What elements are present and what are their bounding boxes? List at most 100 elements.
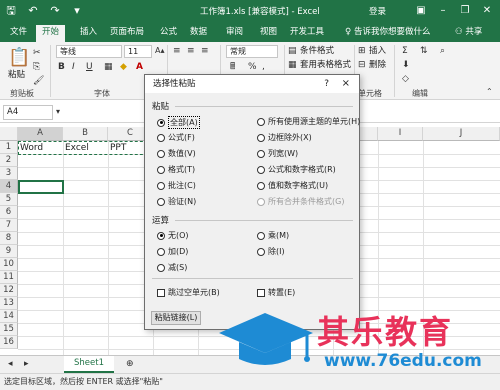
conditional-format-label[interactable]: 条件格式 — [300, 45, 334, 57]
paste-icon[interactable]: 📋 — [8, 48, 30, 68]
row-header-16[interactable]: 16 — [0, 336, 18, 349]
grow-font-icon[interactable]: A▴ — [155, 45, 165, 57]
paste-label[interactable]: 粘贴 — [8, 69, 25, 81]
row-header-7[interactable]: 7 — [0, 219, 18, 232]
paste-formulas-option[interactable]: 公式(F) — [157, 132, 195, 143]
clear-icon[interactable]: ◇ — [402, 73, 409, 85]
row-header-15[interactable]: 15 — [0, 323, 18, 336]
paste-link-button[interactable]: 粘贴链接(L) — [151, 311, 201, 325]
row-header-11[interactable]: 11 — [0, 271, 18, 284]
transpose-checkbox[interactable]: 转置(E) — [257, 287, 295, 298]
op-none-option[interactable]: 无(O) — [157, 230, 189, 241]
italic-icon[interactable]: I — [72, 61, 75, 73]
tab-data[interactable]: 数据 — [184, 25, 213, 42]
tab-home[interactable]: 开始 — [36, 25, 66, 42]
cut-icon[interactable]: ✂ — [33, 47, 41, 59]
new-sheet-icon[interactable]: ⊕ — [126, 358, 134, 370]
border-icon[interactable]: ▦ — [104, 61, 113, 73]
undo-icon[interactable]: ↶ — [26, 3, 40, 19]
column-header-i[interactable]: I — [378, 127, 423, 141]
insert-cells-icon[interactable]: ⊞ — [358, 45, 366, 57]
delete-label[interactable]: 删除 — [369, 59, 386, 71]
align-top-icon[interactable]: ≡ — [173, 45, 181, 57]
tab-file[interactable]: 文件 — [4, 25, 33, 42]
table-format-icon[interactable]: ▦ — [288, 59, 297, 71]
row-header-14[interactable]: 14 — [0, 310, 18, 323]
op-subtract-option[interactable]: 减(S) — [157, 262, 187, 273]
conditional-format-icon[interactable]: ▤ — [288, 45, 297, 57]
font-name-box[interactable]: 等线 — [56, 45, 122, 58]
align-bottom-icon[interactable]: ≡ — [201, 45, 209, 57]
tab-view[interactable]: 视图 — [254, 25, 283, 42]
fill-color-icon[interactable]: ◆ — [120, 61, 127, 73]
comma-style-icon[interactable]: , — [262, 61, 265, 73]
paste-values-option[interactable]: 数值(V) — [157, 148, 196, 159]
restore-icon[interactable]: ❐ — [454, 2, 476, 19]
tab-formulas[interactable]: 公式 — [154, 25, 183, 42]
select-all-corner[interactable] — [0, 127, 18, 141]
row-header-1[interactable]: 1 — [0, 141, 18, 154]
paste-formulas-numbers-option[interactable]: 公式和数字格式(R) — [257, 164, 336, 175]
bold-icon[interactable]: B — [58, 61, 65, 73]
save-icon[interactable]: 🖫 — [4, 3, 18, 19]
align-middle-icon[interactable]: ≡ — [187, 45, 195, 57]
share-button[interactable]: ⚇ 共享 — [455, 25, 482, 37]
tab-review[interactable]: 审阅 — [220, 25, 249, 42]
tab-page-layout[interactable]: 页面布局 — [104, 25, 150, 42]
delete-cells-icon[interactable]: ⊟ — [358, 59, 366, 71]
paste-values-numbers-option[interactable]: 值和数字格式(U) — [257, 180, 328, 191]
help-button[interactable]: ? — [324, 75, 329, 93]
row-header-6[interactable]: 6 — [0, 206, 18, 219]
column-header-a[interactable]: A — [18, 127, 63, 141]
row-header-3[interactable]: 3 — [0, 167, 18, 180]
paste-source-theme-option[interactable]: 所有使用源主题的单元(H) — [257, 116, 360, 127]
autosum-icon[interactable]: Σ — [402, 45, 408, 57]
column-header-j[interactable]: J — [423, 127, 500, 141]
row-header-2[interactable]: 2 — [0, 154, 18, 167]
name-box[interactable]: A4 — [3, 105, 53, 120]
op-multiply-option[interactable]: 乘(M) — [257, 230, 289, 241]
op-add-option[interactable]: 加(D) — [157, 246, 188, 257]
find-select-icon[interactable]: ⌕ — [440, 45, 445, 57]
accounting-format-icon[interactable]: 🖩 — [230, 61, 235, 73]
minimize-icon[interactable]: – — [432, 2, 454, 19]
sort-filter-icon[interactable]: ⇅ — [420, 45, 428, 57]
paste-except-borders-option[interactable]: 边框除外(X) — [257, 132, 312, 143]
tab-developer[interactable]: 开发工具 — [284, 25, 330, 42]
tab-insert[interactable]: 插入 — [74, 25, 103, 42]
name-box-dropdown-icon[interactable]: ▾ — [56, 106, 60, 118]
column-header-b[interactable]: B — [63, 127, 108, 141]
redo-icon[interactable]: ↷ — [48, 3, 62, 19]
table-format-label[interactable]: 套用表格格式 — [300, 59, 351, 71]
sheet-tab-sheet1[interactable]: Sheet1 — [64, 356, 114, 373]
copy-icon[interactable]: ⎘ — [33, 61, 40, 73]
active-cell-a4[interactable] — [18, 180, 64, 194]
close-button[interactable]: × — [342, 75, 350, 93]
customize-qat-icon[interactable]: ▾ — [70, 3, 84, 19]
scroll-right-icon[interactable]: ▸ — [24, 358, 29, 370]
paste-column-widths-option[interactable]: 列宽(W) — [257, 148, 298, 159]
row-header-13[interactable]: 13 — [0, 297, 18, 310]
number-format-box[interactable]: 常规 — [226, 45, 278, 58]
login-link[interactable]: 登录 — [369, 5, 386, 17]
row-header-9[interactable]: 9 — [0, 245, 18, 258]
paste-formats-option[interactable]: 格式(T) — [157, 164, 195, 175]
row-header-12[interactable]: 12 — [0, 284, 18, 297]
op-divide-option[interactable]: 除(I) — [257, 246, 285, 257]
insert-label[interactable]: 插入 — [369, 45, 386, 57]
collapse-ribbon-icon[interactable]: ⌃ — [486, 86, 493, 98]
skip-blanks-checkbox[interactable]: 跳过空单元(B) — [157, 287, 220, 298]
format-painter-icon[interactable]: 🖌 — [33, 75, 44, 87]
row-header-10[interactable]: 10 — [0, 258, 18, 271]
paste-validation-option[interactable]: 验证(N) — [157, 196, 196, 207]
font-color-icon[interactable]: A — [136, 61, 143, 73]
percent-icon[interactable]: % — [248, 61, 257, 73]
scroll-left-icon[interactable]: ◂ — [8, 358, 13, 370]
row-header-8[interactable]: 8 — [0, 232, 18, 245]
ribbon-display-icon[interactable]: ▣ — [410, 2, 432, 19]
underline-icon[interactable]: U — [86, 61, 93, 73]
tell-me-box[interactable]: ♀ 告诉我你想要做什么 — [345, 25, 430, 37]
paste-comments-option[interactable]: 批注(C) — [157, 180, 196, 191]
font-size-box[interactable]: 11 — [124, 45, 152, 58]
row-header-5[interactable]: 5 — [0, 193, 18, 206]
